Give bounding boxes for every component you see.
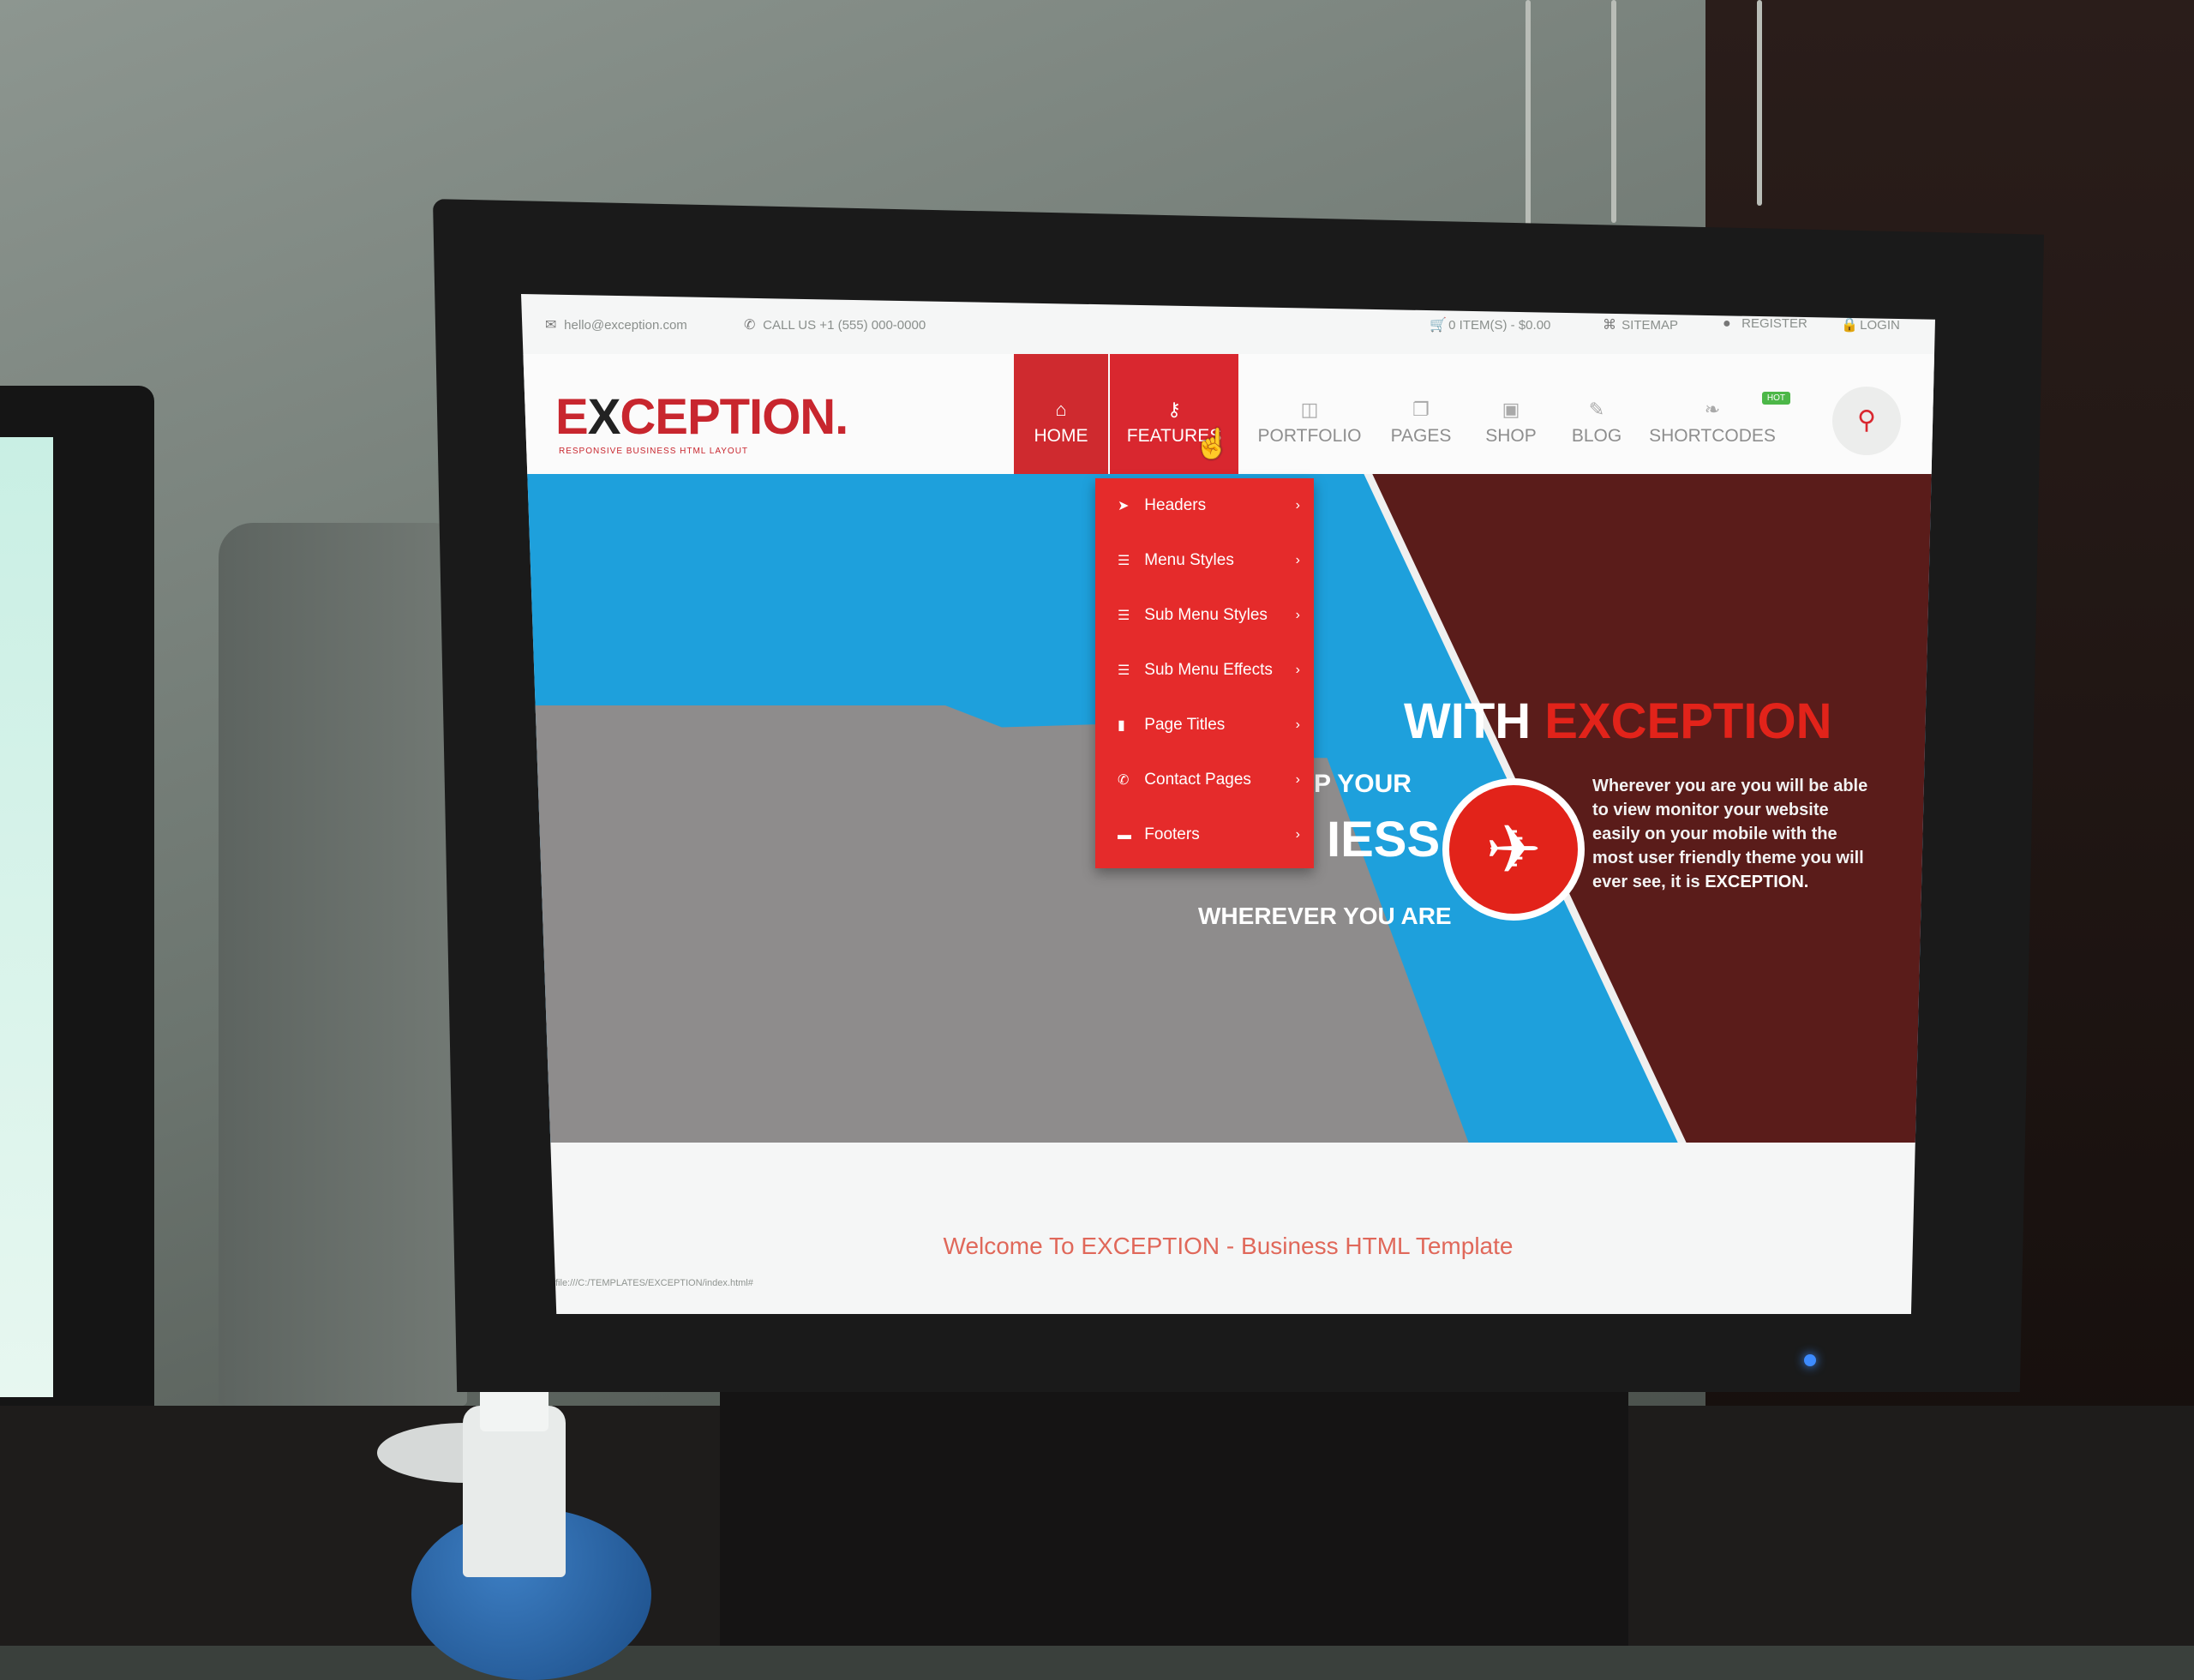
monitor-screen: ✉ hello@exception.com ✆ CALL US +1 (555)… xyxy=(521,294,1935,1314)
nav-pages[interactable]: ❐ PAGES xyxy=(1374,354,1468,474)
cart-icon: 🛒 xyxy=(1430,318,1447,333)
paper-plane-icon: ➤ xyxy=(1118,499,1130,513)
dropdown-item-footers[interactable]: ▬ Footers › xyxy=(1095,807,1314,862)
nav-blog[interactable]: ✎ BLOG xyxy=(1550,354,1644,474)
key-icon: ⚷ xyxy=(1166,399,1182,420)
bookmark-icon: ▮ xyxy=(1118,718,1125,733)
pc-tower xyxy=(219,523,467,1406)
home-icon: ⌂ xyxy=(1055,399,1067,420)
sitemap-icon: ⌘ xyxy=(1603,318,1616,333)
register-link[interactable]: ● REGISTER xyxy=(1723,316,1807,332)
airplane-icon: ✈ xyxy=(1442,778,1585,921)
email-link[interactable]: ✉ hello@exception.com xyxy=(545,316,687,333)
dropdown-item-sub-menu-effects[interactable]: ☰ Sub Menu Effects › xyxy=(1095,643,1314,698)
logo-tagline: RESPONSIVE BUSINESS HTML LAYOUT xyxy=(559,447,749,456)
hero-headline: IESS xyxy=(1327,812,1441,867)
cable xyxy=(1757,0,1762,206)
dropdown-item-sub-menu-styles[interactable]: ☰ Sub Menu Styles › xyxy=(1095,588,1314,643)
bars-icon: ☰ xyxy=(1118,609,1130,623)
sitemap-link[interactable]: ⌘ SITEMAP xyxy=(1603,316,1678,333)
chevron-right-icon: › xyxy=(1295,608,1300,622)
search-button[interactable]: ⚲ xyxy=(1832,387,1901,455)
monitor-stand xyxy=(720,1371,1628,1646)
second-monitor-screen xyxy=(0,437,53,1397)
dropdown-item-page-titles[interactable]: ▮ Page Titles › xyxy=(1095,698,1314,753)
chevron-right-icon: › xyxy=(1295,772,1300,787)
shop-icon: ▣ xyxy=(1502,399,1520,420)
chevron-right-icon: › xyxy=(1295,717,1300,732)
site-logo[interactable]: EXCEPTION. xyxy=(555,388,848,446)
portfolio-icon: ◫ xyxy=(1300,399,1319,420)
user-icon: ● xyxy=(1723,316,1731,331)
nav-home[interactable]: ⌂ HOME xyxy=(1014,354,1108,474)
chevron-right-icon: › xyxy=(1295,553,1300,567)
power-led-icon xyxy=(1804,1354,1816,1366)
dropdown-item-headers[interactable]: ➤ Headers › xyxy=(1095,478,1314,533)
chevron-right-icon: › xyxy=(1295,498,1300,513)
nav-shop[interactable]: ▣ SHOP xyxy=(1464,354,1558,474)
lock-icon: 🔒 xyxy=(1841,318,1858,333)
footer-icon: ▬ xyxy=(1118,828,1131,843)
nav-portfolio[interactable]: ◫ PORTFOLIO xyxy=(1254,354,1365,474)
bars-icon: ☰ xyxy=(1118,554,1130,568)
phone-info: ✆ CALL US +1 (555) 000-0000 xyxy=(744,318,926,333)
hero-subline: WHEREVER YOU ARE xyxy=(1198,903,1452,929)
pages-icon: ❐ xyxy=(1412,399,1430,420)
nav-shortcodes[interactable]: ❧ SHORTCODES HOT xyxy=(1640,354,1790,474)
hero-title: WITH EXCEPTION xyxy=(1404,693,1832,749)
second-monitor xyxy=(0,386,154,1440)
features-dropdown: ➤ Headers › ☰ Menu Styles › ☰ Sub Menu S… xyxy=(1095,478,1314,868)
hand-cursor-icon: ☝ xyxy=(1194,428,1231,460)
browser-status-url: file:///C:/TEMPLATES/EXCEPTION/index.htm… xyxy=(555,1278,753,1288)
blog-icon: ✎ xyxy=(1588,399,1605,420)
phone-icon: ✆ xyxy=(1118,773,1130,788)
dropdown-item-menu-styles[interactable]: ☰ Menu Styles › xyxy=(1095,533,1314,588)
hero-tagline: P YOUR xyxy=(1314,770,1412,798)
login-link[interactable]: 🔒 LOGIN xyxy=(1841,316,1900,333)
bars-icon: ☰ xyxy=(1118,663,1130,678)
cart-link[interactable]: 🛒 0 ITEM(S) - $0.00 xyxy=(1430,316,1550,333)
chevron-right-icon: › xyxy=(1295,663,1300,677)
welcome-heading: Welcome To EXCEPTION - Business HTML Tem… xyxy=(943,1233,1514,1259)
search-icon: ⚲ xyxy=(1857,406,1876,435)
envelope-icon: ✉ xyxy=(545,318,557,333)
chevron-right-icon: › xyxy=(1295,827,1300,842)
hero-description: Wherever you are you will be able to vie… xyxy=(1592,777,1868,891)
spray-bottle-neck xyxy=(463,1406,566,1577)
hot-badge: HOT xyxy=(1761,392,1790,405)
cable xyxy=(1526,0,1531,231)
cable xyxy=(1611,0,1616,223)
phone-icon: ✆ xyxy=(744,318,756,333)
dropdown-item-contact-pages[interactable]: ✆ Contact Pages › xyxy=(1095,753,1314,807)
